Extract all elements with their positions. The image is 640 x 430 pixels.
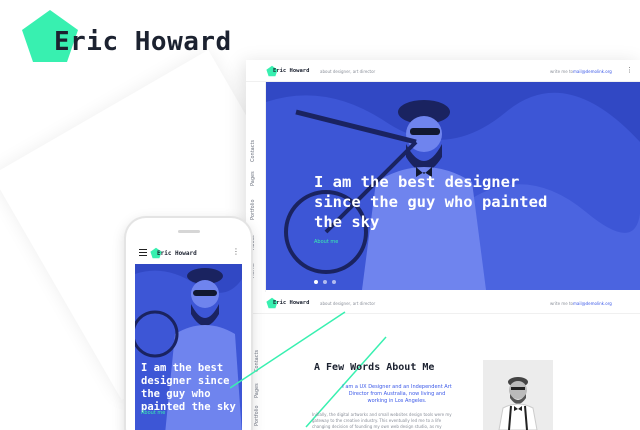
slider-dot[interactable] xyxy=(314,280,318,284)
menu-icon[interactable] xyxy=(139,249,147,256)
slider-dots xyxy=(314,269,341,288)
about-body: Initially, the digital artworks and smal… xyxy=(312,412,452,429)
phone-header: Eric Howard ⋮ xyxy=(135,242,242,264)
phone-screen: Eric Howard ⋮ I am the best designer sin… xyxy=(135,242,242,430)
contact-prefix: write me to xyxy=(550,69,573,74)
hero-title: I am the best designer since the guy who… xyxy=(314,173,548,231)
nav-pages[interactable]: Pages xyxy=(250,171,256,186)
contact-prefix: write me to xyxy=(550,301,573,306)
desktop-logo[interactable]: Eric Howard xyxy=(273,68,309,74)
desktop-header: Eric Howard about designer, art director… xyxy=(246,60,640,82)
brand: Eric Howard xyxy=(20,8,260,68)
decorative-line xyxy=(230,311,346,389)
hero-section: I am the best designer since the guy who… xyxy=(266,82,640,290)
email-link[interactable]: mail@demolink.org xyxy=(573,69,612,74)
phone-logo[interactable]: Eric Howard xyxy=(157,250,197,257)
email-link[interactable]: mail@demolink.org xyxy=(573,301,612,306)
desktop-tagline: about designer, art director xyxy=(320,301,376,306)
about-me-link[interactable]: About me xyxy=(314,239,338,245)
phone-speaker xyxy=(178,230,200,233)
phone-about-me-link[interactable]: About me xyxy=(141,410,165,416)
grid-icon[interactable]: ⋮ xyxy=(232,248,240,256)
desktop-tagline: about designer, art director xyxy=(320,69,376,74)
slider-dot[interactable] xyxy=(323,280,327,284)
desktop-logo[interactable]: Eric Howard xyxy=(273,300,309,306)
nav-portfolio[interactable]: Portfolio xyxy=(250,199,256,220)
grid-icon[interactable]: ⋮ xyxy=(626,67,633,74)
nav-portfolio-2[interactable]: Portfolio xyxy=(254,405,260,426)
phone-hero: I am the best designer since the guy who… xyxy=(135,264,242,430)
profile-photo xyxy=(483,360,553,430)
phone-hero-title: I am the best designer since the guy who… xyxy=(141,362,236,413)
nav-contacts[interactable]: Contacts xyxy=(250,140,256,162)
slider-dot[interactable] xyxy=(332,280,336,284)
about-intro: I am a UX Designer and an Independent Ar… xyxy=(342,384,452,404)
